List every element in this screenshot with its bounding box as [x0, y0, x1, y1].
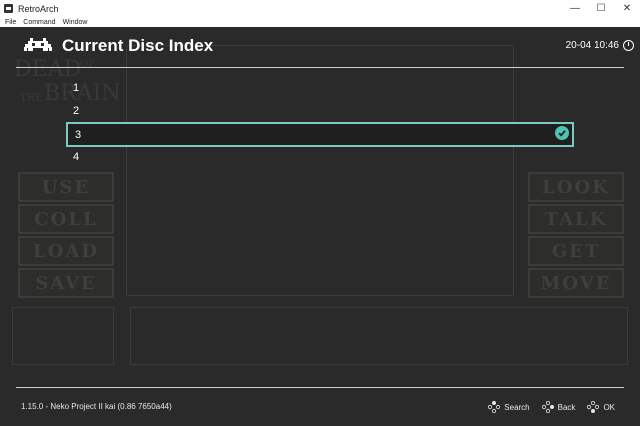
window-controls: — ☐ ✕: [562, 0, 640, 17]
bg-button-move: MOVE: [528, 268, 624, 298]
bg-button-load: LOAD: [18, 236, 114, 266]
game-viewport: DEAD OF THE BRAIN USE COLL LOAD SAVE LOO…: [0, 27, 640, 426]
header-divider: [16, 67, 624, 68]
menu-command[interactable]: Command: [23, 19, 55, 26]
bg-bottom-left-frame: [12, 307, 114, 365]
bg-button-save: SAVE: [18, 268, 114, 298]
bg-button-get: GET: [528, 236, 624, 266]
close-button[interactable]: ✕: [614, 0, 640, 17]
menu-file[interactable]: File: [5, 19, 16, 26]
gamepad-buttons-icon: [488, 401, 501, 413]
disc-index-item-4[interactable]: 4: [66, 146, 574, 168]
disc-index-label: 2: [73, 105, 80, 117]
retroarch-invader-icon: [24, 38, 52, 51]
checkmark-icon: [555, 126, 569, 140]
disc-index-label: 3: [75, 128, 82, 141]
bg-title-of: OF: [80, 59, 96, 70]
clock-text: 20-04 10:46: [565, 40, 619, 51]
disc-index-item-2[interactable]: 2: [66, 100, 574, 122]
window-title: RetroArch: [18, 3, 59, 14]
gamepad-buttons-icon: [587, 401, 600, 413]
clock: 20-04 10:46: [566, 40, 634, 51]
bg-button-coll: COLL: [18, 204, 114, 234]
window-titlebar: RetroArch — ☐ ✕: [0, 0, 640, 17]
minimize-button[interactable]: —: [562, 0, 588, 17]
footer-divider: [16, 387, 624, 388]
back-label: Back: [557, 402, 576, 412]
bg-button-talk: TALK: [528, 204, 624, 234]
bg-button-look: LOOK: [528, 172, 624, 202]
back-action[interactable]: Back: [541, 401, 576, 413]
window-menubar: File Command Window: [0, 17, 640, 27]
page-title: Current Disc Index: [62, 36, 214, 55]
clock-icon: [623, 40, 634, 51]
bg-title-the: THE: [20, 93, 43, 104]
footer-actions: Search Back OK: [476, 401, 615, 413]
gamepad-buttons-icon: [541, 401, 554, 413]
disc-index-label: 4: [73, 151, 80, 163]
disc-index-item-1[interactable]: 1: [66, 77, 574, 99]
menu-window[interactable]: Window: [63, 19, 88, 26]
search-label: Search: [504, 402, 530, 412]
retroarch-app-icon: [4, 4, 13, 13]
maximize-button[interactable]: ☐: [588, 0, 614, 17]
ok-action[interactable]: OK: [587, 401, 615, 413]
search-action[interactable]: Search: [488, 401, 530, 413]
disc-index-label: 1: [73, 82, 80, 94]
ok-label: OK: [603, 402, 615, 412]
disc-index-item-3[interactable]: 3: [66, 122, 574, 147]
bg-bottom-right-frame: [130, 307, 628, 365]
bg-button-use: USE: [18, 172, 114, 202]
core-version-text: 1.15.0 - Neko Project II kai (0.86 7650a…: [21, 402, 172, 411]
